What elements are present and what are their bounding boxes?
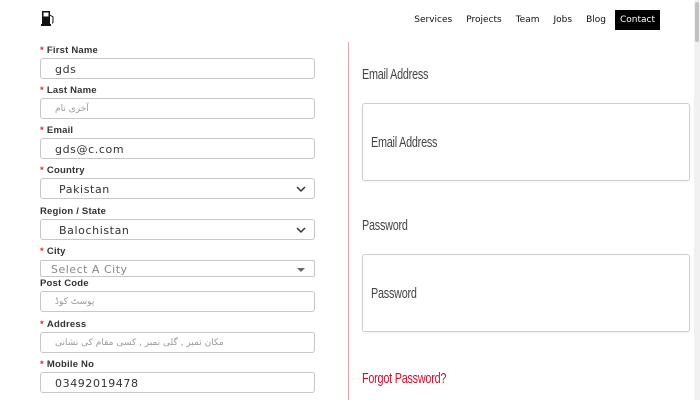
password-label: Password [362,217,408,234]
required-marker: * [40,85,44,96]
password-input[interactable]: Password [362,254,690,332]
country-label: * Country [40,165,85,176]
main-nav: Services Projects Team Jobs Blog Contact [405,10,660,30]
country-select[interactable]: Pakistan [40,178,315,199]
email-value: gds@c.com [55,143,125,156]
last-name-label: * Last Name [40,85,97,96]
nav-services[interactable]: Services [409,11,457,29]
top-navbar: Services Projects Team Jobs Blog Contact [0,0,700,40]
nav-contact[interactable]: Contact [614,10,660,30]
email-label: * Email [40,125,74,136]
forgot-password-link[interactable]: Forgot Password? [362,370,446,387]
first-name-value: gds [55,63,77,76]
chevron-down-icon [296,227,306,234]
first-name-label: * First Name [40,45,99,56]
city-select[interactable]: Select A City [40,260,315,277]
required-marker: * [40,165,44,176]
required-marker: * [40,125,44,136]
address-placeholder: مکان نمبر , گلی نمبر , کسی مقام کی نشانی [55,338,224,348]
fuel-pump-logo-icon[interactable] [41,10,55,26]
mobile-input[interactable]: 03492019478 [40,372,315,393]
chevron-down-icon [296,186,306,193]
required-marker: * [40,319,44,330]
required-marker: * [40,45,44,56]
required-marker: * [40,359,44,370]
dropdown-arrow-icon [297,268,305,272]
email-address-placeholder: Email Address [371,134,438,151]
region-value: Balochistan [59,224,130,237]
city-label: * City [40,246,66,257]
post-code-placeholder: پوسٹ کوڈ [55,297,95,307]
last-name-input[interactable]: آخری نام [40,98,315,119]
first-name-input[interactable]: gds [40,58,315,79]
page-scrollbar[interactable] [694,0,700,400]
city-value: Select A City [51,263,128,276]
address-input[interactable]: مکان نمبر , گلی نمبر , کسی مقام کی نشانی [40,332,315,353]
post-code-input[interactable]: پوسٹ کوڈ [40,291,315,312]
email-input[interactable]: gds@c.com [40,138,315,159]
nav-blog[interactable]: Blog [581,11,611,29]
password-placeholder: Password [371,285,417,302]
nav-team[interactable]: Team [511,11,545,29]
post-code-label: Post Code [40,278,89,289]
address-label: * Address [40,319,87,330]
email-address-label: Email Address [362,66,429,83]
mobile-value: 03492019478 [55,377,139,390]
country-value: Pakistan [59,183,110,196]
required-marker: * [40,246,44,257]
nav-jobs[interactable]: Jobs [549,11,578,29]
last-name-placeholder: آخری نام [55,104,89,114]
scrollbar-thumb[interactable] [695,2,699,42]
region-label: Region / State [40,206,107,217]
mobile-label: * Mobile No [40,359,95,370]
email-address-input[interactable]: Email Address [362,103,690,181]
nav-projects[interactable]: Projects [461,11,506,29]
region-select[interactable]: Balochistan [40,219,315,240]
column-divider [348,42,349,400]
